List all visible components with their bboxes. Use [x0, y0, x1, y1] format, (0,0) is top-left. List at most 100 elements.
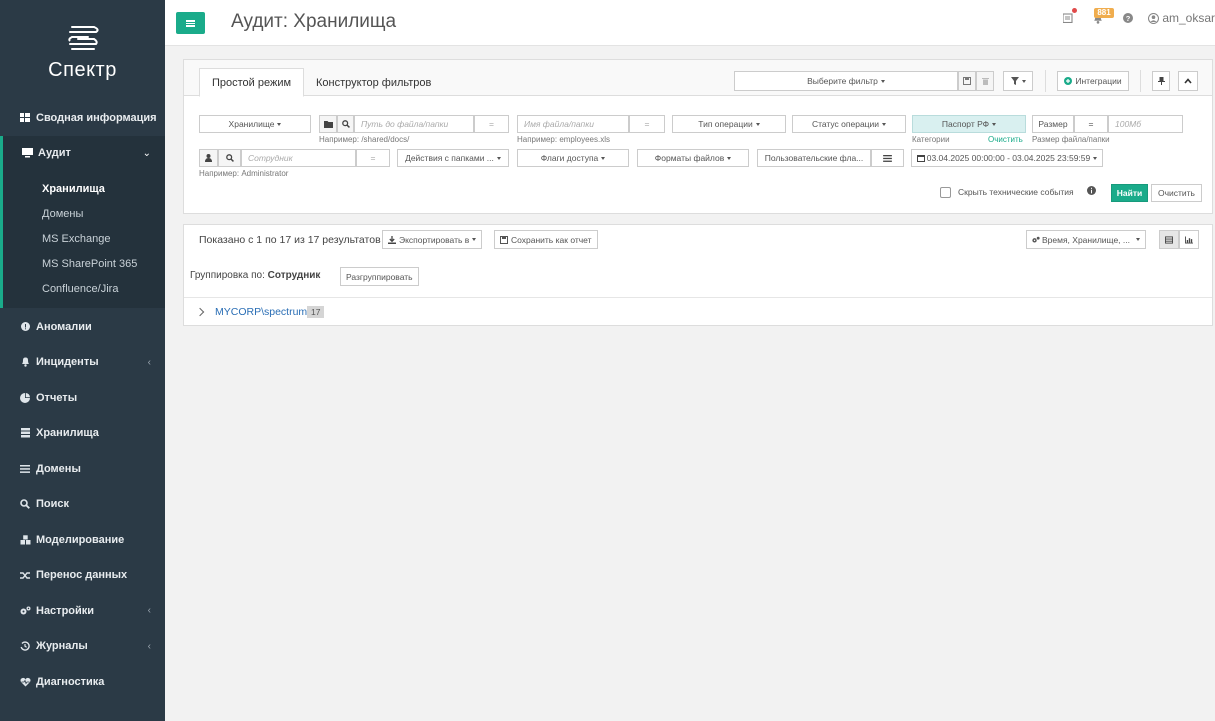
caret-down-icon — [496, 156, 501, 160]
expand-chevron-icon[interactable] — [195, 307, 205, 317]
topbar: Аудит: Хранилища 881 ? am_oksar — [165, 0, 1215, 46]
save-report-button[interactable]: Сохранить как отчет — [494, 230, 598, 249]
columns-select[interactable]: Время, Хранилище, ... — [1026, 230, 1146, 249]
sidebar-item-storages[interactable]: Хранилища — [0, 416, 165, 452]
filename-operator-select[interactable]: = — [629, 115, 665, 133]
storage-label: Хранилище — [228, 119, 275, 129]
size-operator-label: = — [1088, 119, 1094, 129]
sidebar-item-summary[interactable]: Сводная информация — [0, 100, 165, 136]
shuffle-icon — [19, 569, 31, 581]
folder-browse-button[interactable] — [319, 115, 337, 133]
integrations-label: Интеграции — [1075, 76, 1122, 86]
sidebar-item-search[interactable]: Поиск — [0, 487, 165, 523]
save-filter-button[interactable] — [958, 71, 976, 91]
filter-funnel-button[interactable] — [1003, 71, 1033, 91]
trash-icon — [981, 78, 989, 85]
filter-tabs: Простой режим Конструктор фильтров Выбер… — [184, 60, 1212, 97]
sub-item-exchange[interactable]: MS Exchange — [3, 226, 165, 251]
history-icon — [19, 640, 31, 652]
sub-item-confluence[interactable]: Confluence/Jira — [3, 276, 165, 301]
folder-actions-select[interactable]: Действия с папками ... — [397, 149, 509, 167]
size-label-box: Размер — [1032, 115, 1074, 133]
gears-icon — [19, 605, 31, 617]
table-icon — [1165, 235, 1173, 244]
caret-down-icon — [1136, 238, 1140, 241]
columns-label: Время, Хранилище, ... — [1041, 234, 1130, 245]
plus-circle-icon — [1064, 77, 1073, 85]
sidebar-item-incidents[interactable]: Инциденты ‹ — [0, 345, 165, 381]
path-input[interactable]: Путь до файла/папки — [354, 115, 474, 133]
path-search-button[interactable] — [337, 115, 354, 133]
filename-hint: Например: employees.xls — [517, 135, 611, 144]
employee-type-button[interactable] — [199, 149, 218, 167]
delete-filter-button[interactable] — [976, 71, 994, 91]
search-icon — [341, 120, 350, 128]
pin-button[interactable] — [1152, 71, 1170, 91]
file-formats-select[interactable]: Форматы файлов — [637, 149, 749, 167]
categories-hint: Категории — [912, 135, 950, 144]
tab-simple-mode[interactable]: Простой режим — [199, 68, 305, 97]
size-operator-select[interactable]: = — [1074, 115, 1108, 133]
sidebar-item-reports[interactable]: Отчеты — [0, 380, 165, 416]
group-link[interactable]: MYCORP\spectrum — [215, 306, 307, 318]
employee-input[interactable]: Сотрудник — [241, 149, 356, 167]
sidebar-item-diagnostics[interactable]: Диагностика — [0, 664, 165, 700]
choose-filter-select[interactable]: Выберите фильтр — [734, 71, 958, 91]
user-flags-label: Пользовательские фла... — [764, 153, 864, 163]
operation-type-select[interactable]: Тип операции — [672, 115, 786, 133]
grouping-prefix: Группировка по: — [190, 270, 268, 281]
sidebar-item-domains[interactable]: Домены — [0, 451, 165, 487]
find-button[interactable]: Найти — [1111, 184, 1148, 202]
passport-category-select[interactable]: Паспорт РФ — [912, 115, 1026, 133]
employee-operator-select[interactable]: = — [356, 149, 390, 167]
sidebar-item-label: Домены — [36, 462, 81, 475]
sidebar-item-settings[interactable]: Настройки ‹ — [0, 593, 165, 629]
date-range-picker[interactable]: 03.04.2025 00:00:00 - 03.04.2025 23:59:5… — [911, 149, 1103, 167]
sidebar-item-anomalies[interactable]: Аномалии — [0, 309, 165, 345]
ungroup-button[interactable]: Разгруппировать — [340, 267, 419, 286]
tasks-icon[interactable] — [1060, 8, 1078, 26]
sidebar-item-label: Поиск — [36, 498, 70, 511]
help-icon[interactable]: ? — [1120, 10, 1136, 26]
sub-item-sharepoint[interactable]: MS SharePoint 365 — [3, 251, 165, 276]
exclamation-icon — [19, 321, 31, 333]
employee-search-button[interactable] — [218, 149, 241, 167]
size-label: Размер — [1038, 119, 1068, 129]
menu-toggle-button[interactable] — [176, 12, 205, 34]
date-range-label: 03.04.2025 00:00:00 - 03.04.2025 23:59:5… — [926, 153, 1091, 163]
operation-status-select[interactable]: Статус операции — [792, 115, 906, 133]
sidebar-item-data-transfer[interactable]: Перенос данных — [0, 558, 165, 594]
filename-input[interactable]: Имя файла/папки — [517, 115, 629, 133]
table-view-button[interactable] — [1159, 230, 1179, 249]
integrations-button[interactable]: Интеграции — [1057, 71, 1129, 91]
collapse-button[interactable] — [1178, 71, 1198, 91]
chevron-left-icon: ‹ — [147, 356, 151, 368]
clear-button[interactable]: Очистить — [1151, 184, 1202, 202]
clear-categories-link[interactable]: Очистить — [988, 135, 1023, 144]
path-operator-select[interactable]: = — [474, 115, 509, 133]
chart-view-button[interactable] — [1179, 230, 1199, 249]
user-menu[interactable]: am_oksar — [1148, 11, 1215, 25]
sidebar-item-logs[interactable]: Журналы ‹ — [0, 629, 165, 665]
sub-item-domains[interactable]: Домены — [3, 201, 165, 226]
save-icon — [500, 235, 508, 244]
brand[interactable]: Спектр — [0, 0, 165, 100]
bar-chart-icon — [1185, 235, 1193, 244]
hide-tech-events-checkbox[interactable] — [940, 187, 951, 198]
export-button[interactable]: Экспортировать в — [382, 230, 483, 249]
passport-label: Паспорт РФ — [941, 119, 990, 129]
size-input[interactable]: 100Мб — [1108, 115, 1183, 133]
notifications-bell-icon[interactable]: 881 — [1090, 8, 1114, 26]
info-icon[interactable] — [1087, 186, 1096, 195]
sidebar-item-modeling[interactable]: Моделирование — [0, 522, 165, 558]
sidebar-item-audit[interactable]: Аудит ⌄ — [0, 135, 165, 171]
tab-filter-builder[interactable]: Конструктор фильтров — [304, 68, 443, 97]
chevron-left-icon: ‹ — [147, 605, 151, 617]
user-flags-select[interactable]: Пользовательские фла... — [757, 149, 871, 167]
pin-icon — [1157, 77, 1165, 85]
user-flags-list-button[interactable] — [871, 149, 904, 167]
storage-select[interactable]: Хранилище — [199, 115, 311, 133]
sub-item-storages[interactable]: Хранилища — [3, 176, 165, 201]
access-flags-select[interactable]: Флаги доступа — [517, 149, 629, 167]
grouping-label: Группировка по: Сотрудник — [190, 270, 320, 281]
